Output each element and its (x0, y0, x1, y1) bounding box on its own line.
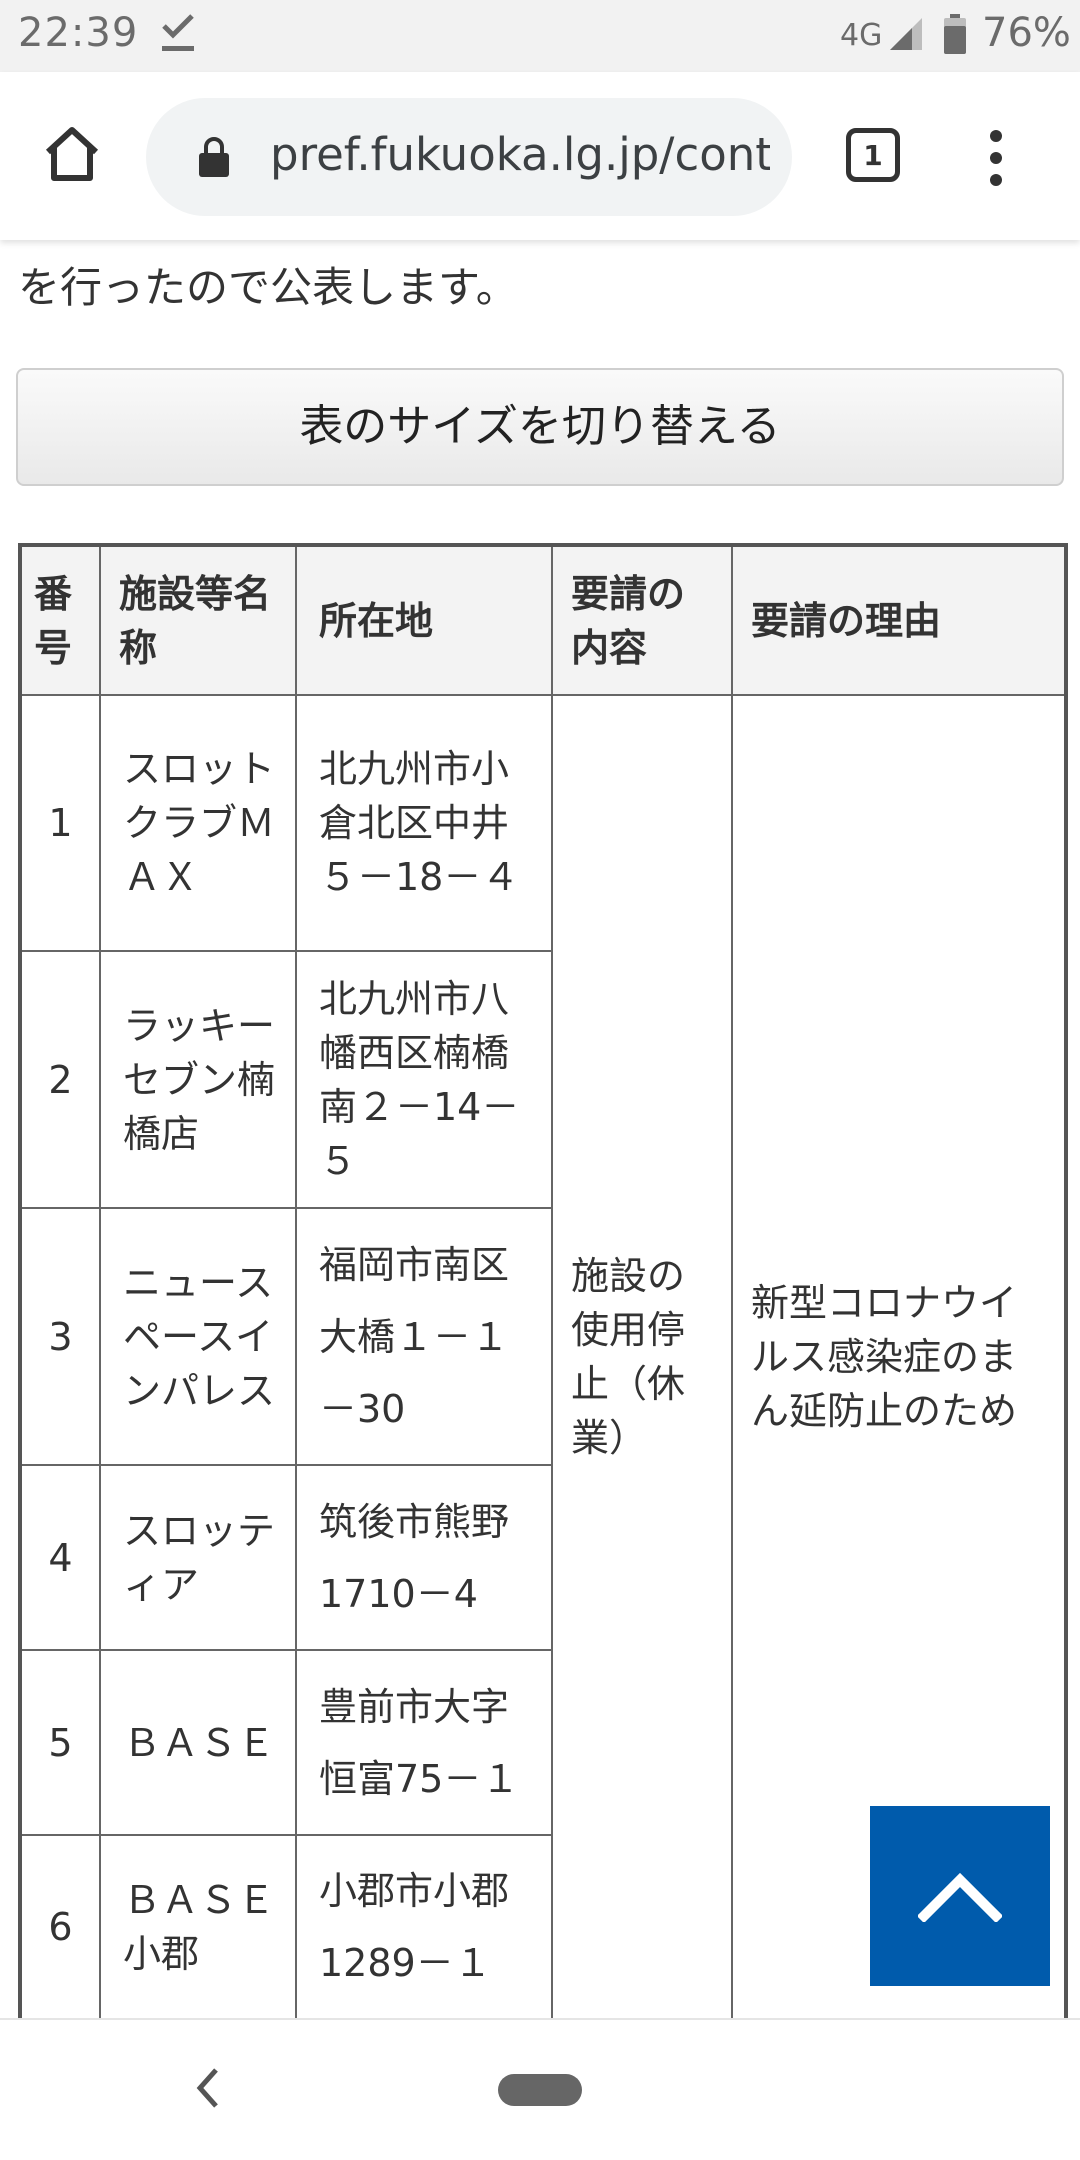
facility-name: ＢＡＳＥ小郡 (99, 1834, 297, 2021)
chevron-up-icon (918, 1872, 1002, 1922)
header-number: 番号 (19, 544, 101, 696)
screen: 22:39 4G 76% pref.fukuoka.lg.jp/conte 1 … (0, 0, 1080, 2160)
facility-address: 豊前市大字恒富75－１ (295, 1649, 553, 1836)
facility-address: 北九州市八幡西区楠橋南２－14－５ (295, 950, 553, 1209)
navigation-bar (0, 2018, 1080, 2160)
battery-percent: 76% (982, 10, 1071, 56)
row-number: 4 (19, 1464, 101, 1651)
header-request-content: 要請の内容 (551, 544, 733, 696)
intro-text: を行ったので公表します。 (18, 263, 518, 312)
facility-name: ニュースペースインパレス (99, 1207, 297, 1466)
status-bar: 22:39 4G 76% (0, 0, 1080, 72)
scroll-to-top-button[interactable] (870, 1806, 1050, 1986)
home-pill[interactable] (498, 2074, 582, 2106)
facility-name: スロットクラブＭＡＸ (99, 694, 297, 952)
request-content: 施設の使用停止（休業） (551, 694, 733, 2021)
row-number: 2 (19, 950, 101, 1209)
row-number: 3 (19, 1207, 101, 1466)
download-done-icon (162, 14, 194, 51)
facility-name: ラッキーセブン楠橋店 (99, 950, 297, 1209)
facility-name: スロッティア (99, 1464, 297, 1651)
facilities-table: 番号 施設等名称 所在地 要請の内容 要請の理由 1 スロットクラブＭＡＸ 北九… (18, 543, 1068, 2022)
more-vert-icon[interactable] (978, 126, 1014, 190)
row-number: 6 (19, 1834, 101, 2021)
table-row: 1 スロットクラブＭＡＸ 北九州市小倉北区中井５－18－４ 施設の使用停止（休業… (19, 694, 1067, 2021)
header-facility-name: 施設等名称 (99, 544, 297, 696)
table-size-toggle-button[interactable]: 表のサイズを切り替える (16, 368, 1064, 486)
tabs-button[interactable]: 1 (846, 128, 902, 184)
facility-address: 筑後市熊野1710－4 (295, 1464, 553, 1651)
lock-icon (199, 137, 229, 177)
facility-name: ＢＡＳＥ (99, 1649, 297, 1836)
browser-toolbar: pref.fukuoka.lg.jp/conte 1 (0, 72, 1080, 240)
network-type: 4G (840, 18, 883, 53)
row-number: 5 (19, 1649, 101, 1836)
row-number: 1 (19, 694, 101, 952)
back-icon[interactable] (196, 2066, 220, 2110)
facility-address: 福岡市南区大橋１－１－30 (295, 1207, 553, 1466)
facility-address: 北九州市小倉北区中井５－18－４ (295, 694, 553, 952)
status-time: 22:39 (18, 10, 139, 56)
home-icon[interactable] (40, 122, 104, 186)
header-request-reason: 要請の理由 (731, 544, 1067, 696)
tabs-icon: 1 (846, 128, 900, 182)
url-bar[interactable]: pref.fukuoka.lg.jp/conte (146, 98, 792, 216)
header-address: 所在地 (295, 544, 553, 696)
tab-count: 1 (863, 138, 883, 172)
signal-icon (890, 18, 922, 50)
battery-icon (944, 14, 966, 54)
table-header-row: 番号 施設等名称 所在地 要請の内容 要請の理由 (19, 544, 1067, 696)
url-text: pref.fukuoka.lg.jp/conte (270, 128, 770, 181)
facility-address: 小郡市小郡1289－１ (295, 1834, 553, 2021)
